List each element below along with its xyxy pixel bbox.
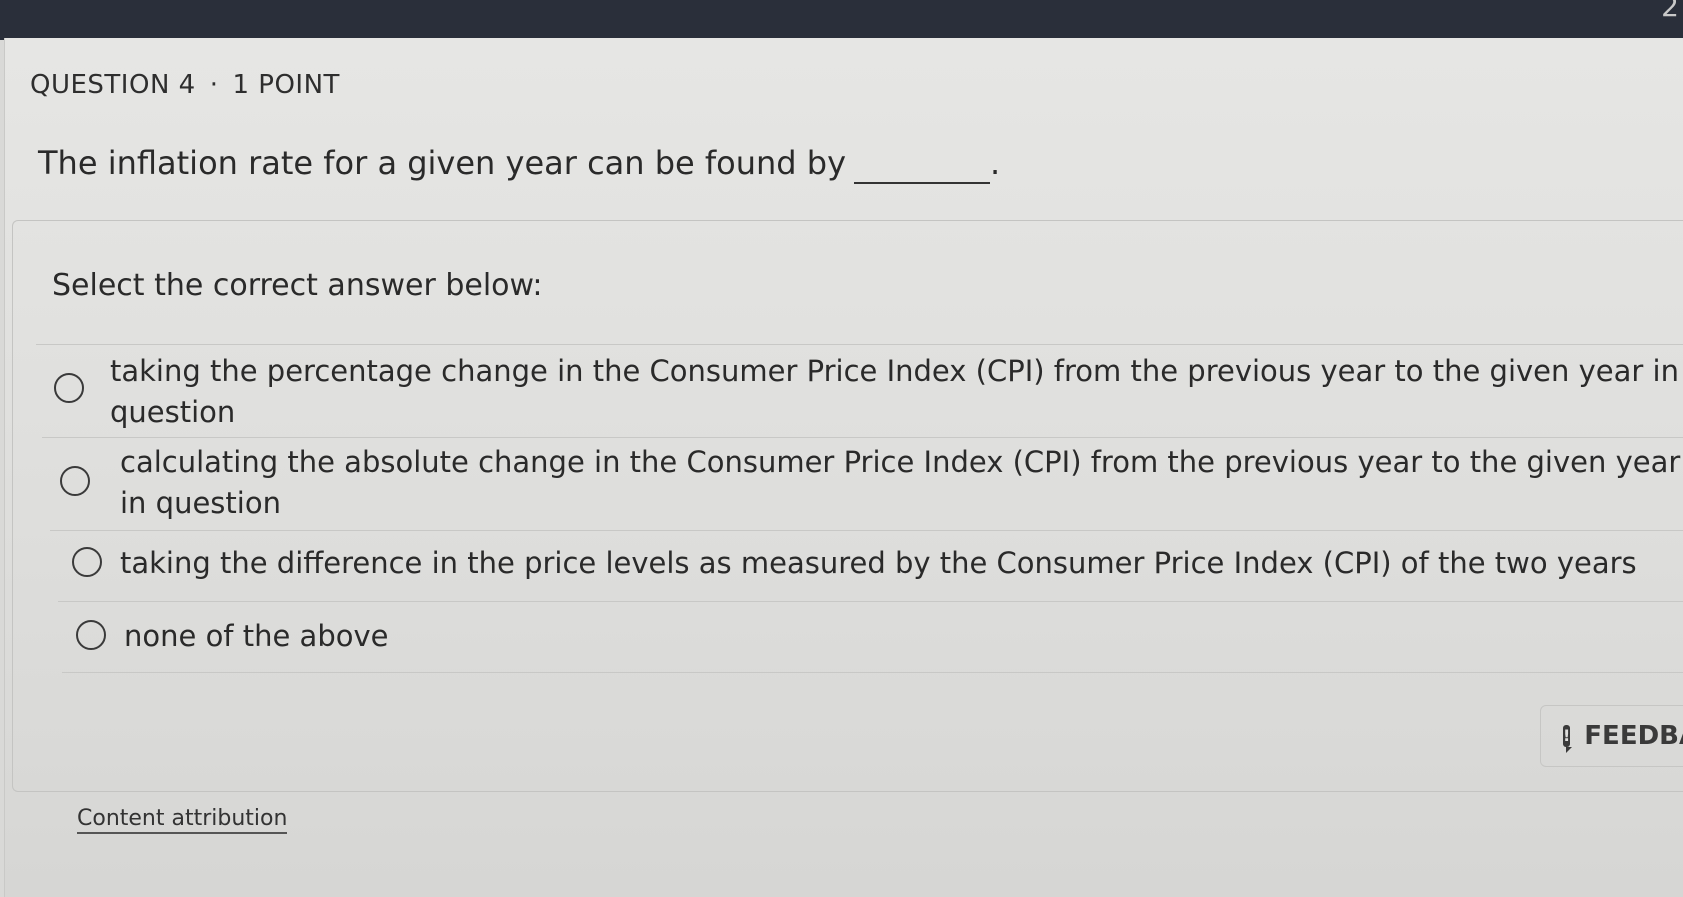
radio-button-option-4[interactable]: [76, 620, 106, 650]
question-prompt: The inflation rate for a given year can …: [38, 144, 1000, 184]
question-prompt-text: The inflation rate for a given year can …: [38, 144, 847, 182]
answer-option-1-label[interactable]: taking the percentage change in the Cons…: [110, 351, 1683, 433]
top-bar: 2: [0, 0, 1683, 40]
content-attribution-link[interactable]: Content attribution: [77, 806, 288, 834]
header-separator: ·: [209, 70, 219, 100]
options-divider: [62, 672, 1683, 673]
question-points: 1 POINT: [232, 70, 340, 100]
feedback-button[interactable]: ! FEEDBACK: [1540, 705, 1683, 767]
feedback-button-label: FEEDBACK: [1584, 721, 1683, 751]
radio-button-option-1[interactable]: [54, 373, 84, 403]
answer-option-4[interactable]: none of the above: [58, 601, 1683, 686]
answer-instruction: Select the correct answer below:: [52, 268, 543, 303]
answer-option-3-label[interactable]: taking the difference in the price level…: [120, 543, 1637, 584]
fill-in-blank: [854, 144, 991, 184]
question-header: QUESTION 4 · 1 POINT: [30, 70, 340, 100]
answer-option-1[interactable]: taking the percentage change in the Cons…: [36, 344, 1683, 445]
top-bar-corner-text: 2: [1661, 0, 1679, 23]
question-number: QUESTION 4: [30, 70, 196, 100]
radio-button-option-2[interactable]: [60, 466, 90, 496]
feedback-flag-icon: !: [1563, 725, 1573, 753]
radio-button-option-3[interactable]: [72, 547, 102, 577]
question-prompt-end: .: [990, 144, 1001, 182]
answer-option-2[interactable]: calculating the absolute change in the C…: [42, 437, 1683, 534]
answer-option-4-label[interactable]: none of the above: [124, 616, 388, 657]
answer-option-2-label[interactable]: calculating the absolute change in the C…: [120, 442, 1683, 524]
